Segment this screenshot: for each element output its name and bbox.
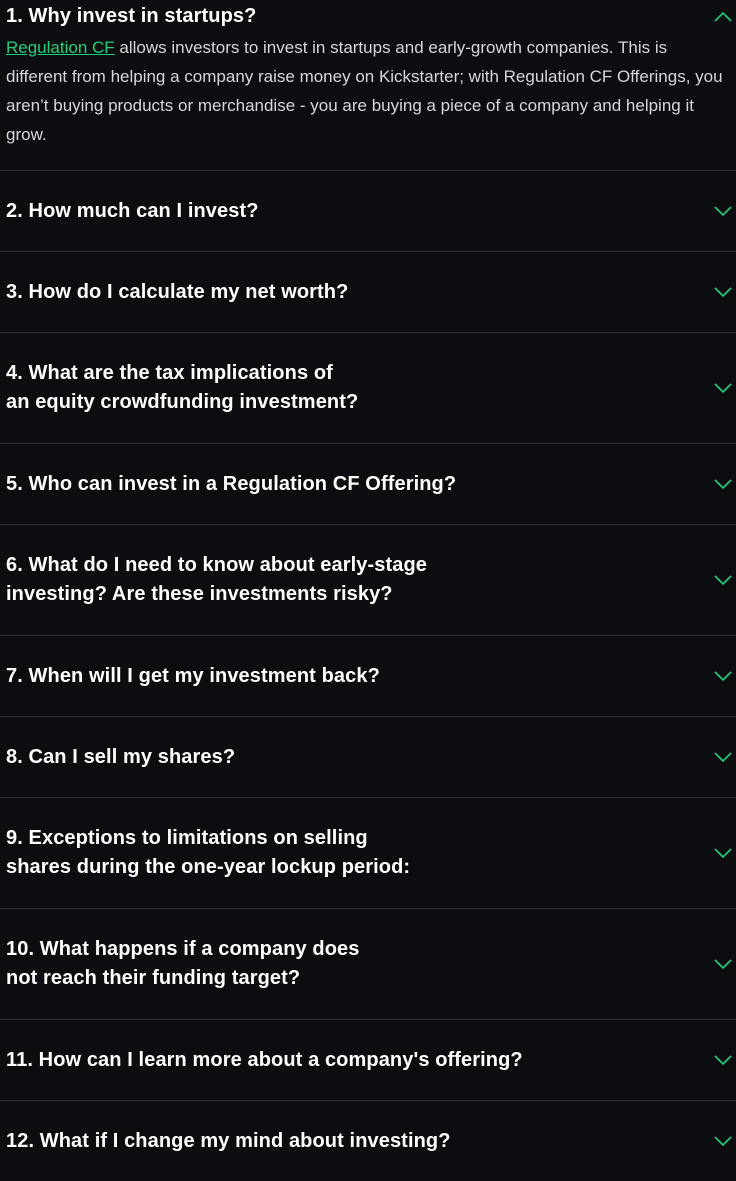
chevron-down-icon[interactable] — [714, 478, 732, 490]
faq-question-10: 10. What happens if a company does not r… — [6, 935, 359, 993]
faq-question-9: 9. Exceptions to limitations on selling … — [6, 824, 410, 882]
faq-question-6-line-1: 6. What do I need to know about early-st… — [6, 554, 428, 576]
regulation-cf-link[interactable]: Regulation CF — [6, 38, 115, 57]
faq-question-12-toggle[interactable]: 12. What if I change my mind about inves… — [0, 1101, 736, 1181]
faq-item-11: 11. How can I learn more about a company… — [0, 1020, 736, 1101]
faq-question-7: 7. When will I get my investment back? — [6, 664, 380, 687]
faq-question-2-toggle[interactable]: 2. How much can I invest? — [0, 171, 736, 251]
chevron-down-icon[interactable] — [714, 205, 732, 217]
faq-item-6: 6. What do I need to know about early-st… — [0, 525, 736, 636]
faq-question-6-line-2: investing? Are these investments risky? — [6, 583, 393, 605]
faq-question-5-toggle[interactable]: 5. Who can invest in a Regulation CF Off… — [0, 444, 736, 524]
faq-answer-1: Regulation CF allows investors to invest… — [0, 33, 736, 149]
faq-question-3-toggle[interactable]: 3. How do I calculate my net worth? — [0, 252, 736, 332]
chevron-down-icon[interactable] — [714, 1135, 732, 1147]
faq-question-11: 11. How can I learn more about a company… — [6, 1048, 523, 1071]
faq-question-4-line-1: 4. What are the tax implications of — [6, 362, 333, 384]
faq-question-6-toggle[interactable]: 6. What do I need to know about early-st… — [0, 525, 736, 635]
faq-item-10: 10. What happens if a company does not r… — [0, 909, 736, 1020]
chevron-down-icon[interactable] — [714, 958, 732, 970]
faq-item-4: 4. What are the tax implications of an e… — [0, 333, 736, 444]
faq-item-7: 7. When will I get my investment back? — [0, 636, 736, 717]
faq-question-5: 5. Who can invest in a Regulation CF Off… — [6, 472, 457, 495]
faq-question-2: 2. How much can I invest? — [6, 199, 259, 222]
faq-item-5: 5. Who can invest in a Regulation CF Off… — [0, 444, 736, 525]
faq-question-10-line-1: 10. What happens if a company does — [6, 938, 360, 960]
faq-question-3: 3. How do I calculate my net worth? — [6, 280, 349, 303]
faq-item-9: 9. Exceptions to limitations on selling … — [0, 798, 736, 909]
faq-question-8-toggle[interactable]: 8. Can I sell my shares? — [0, 717, 736, 797]
faq-question-11-toggle[interactable]: 11. How can I learn more about a company… — [0, 1020, 736, 1100]
faq-question-10-toggle[interactable]: 10. What happens if a company does not r… — [0, 909, 736, 1019]
faq-question-9-toggle[interactable]: 9. Exceptions to limitations on selling … — [0, 798, 736, 908]
chevron-up-icon[interactable] — [714, 11, 732, 23]
faq-question-12: 12. What if I change my mind about inves… — [6, 1129, 451, 1152]
faq-question-1: 1. Why invest in startups? — [6, 5, 257, 27]
faq-item-3: 3. How do I calculate my net worth? — [0, 252, 736, 333]
chevron-down-icon[interactable] — [714, 751, 732, 763]
chevron-down-icon[interactable] — [714, 1054, 732, 1066]
faq-question-4: 4. What are the tax implications of an e… — [6, 359, 358, 417]
faq-question-6: 6. What do I need to know about early-st… — [6, 551, 427, 609]
faq-question-9-line-2: shares during the one-year lockup period… — [6, 856, 411, 878]
chevron-down-icon[interactable] — [714, 847, 732, 859]
chevron-down-icon[interactable] — [714, 286, 732, 298]
faq-item-12: 12. What if I change my mind about inves… — [0, 1101, 736, 1181]
faq-item-8: 8. Can I sell my shares? — [0, 717, 736, 798]
chevron-down-icon[interactable] — [714, 670, 732, 682]
faq-question-9-line-1: 9. Exceptions to limitations on selling — [6, 827, 368, 849]
faq-item-2: 2. How much can I invest? — [0, 171, 736, 252]
faq-question-10-line-2: not reach their funding target? — [6, 967, 301, 989]
faq-question-1-toggle[interactable]: 1. Why invest in startups? — [0, 0, 736, 33]
faq-accordion: 1. Why invest in startups? Regulation CF… — [0, 0, 736, 1181]
faq-question-8: 8. Can I sell my shares? — [6, 745, 236, 768]
faq-question-4-toggle[interactable]: 4. What are the tax implications of an e… — [0, 333, 736, 443]
faq-item-1: 1. Why invest in startups? Regulation CF… — [0, 0, 736, 171]
faq-question-7-toggle[interactable]: 7. When will I get my investment back? — [0, 636, 736, 716]
faq-question-4-line-2: an equity crowdfunding investment? — [6, 391, 359, 413]
chevron-down-icon[interactable] — [714, 574, 732, 586]
chevron-down-icon[interactable] — [714, 382, 732, 394]
